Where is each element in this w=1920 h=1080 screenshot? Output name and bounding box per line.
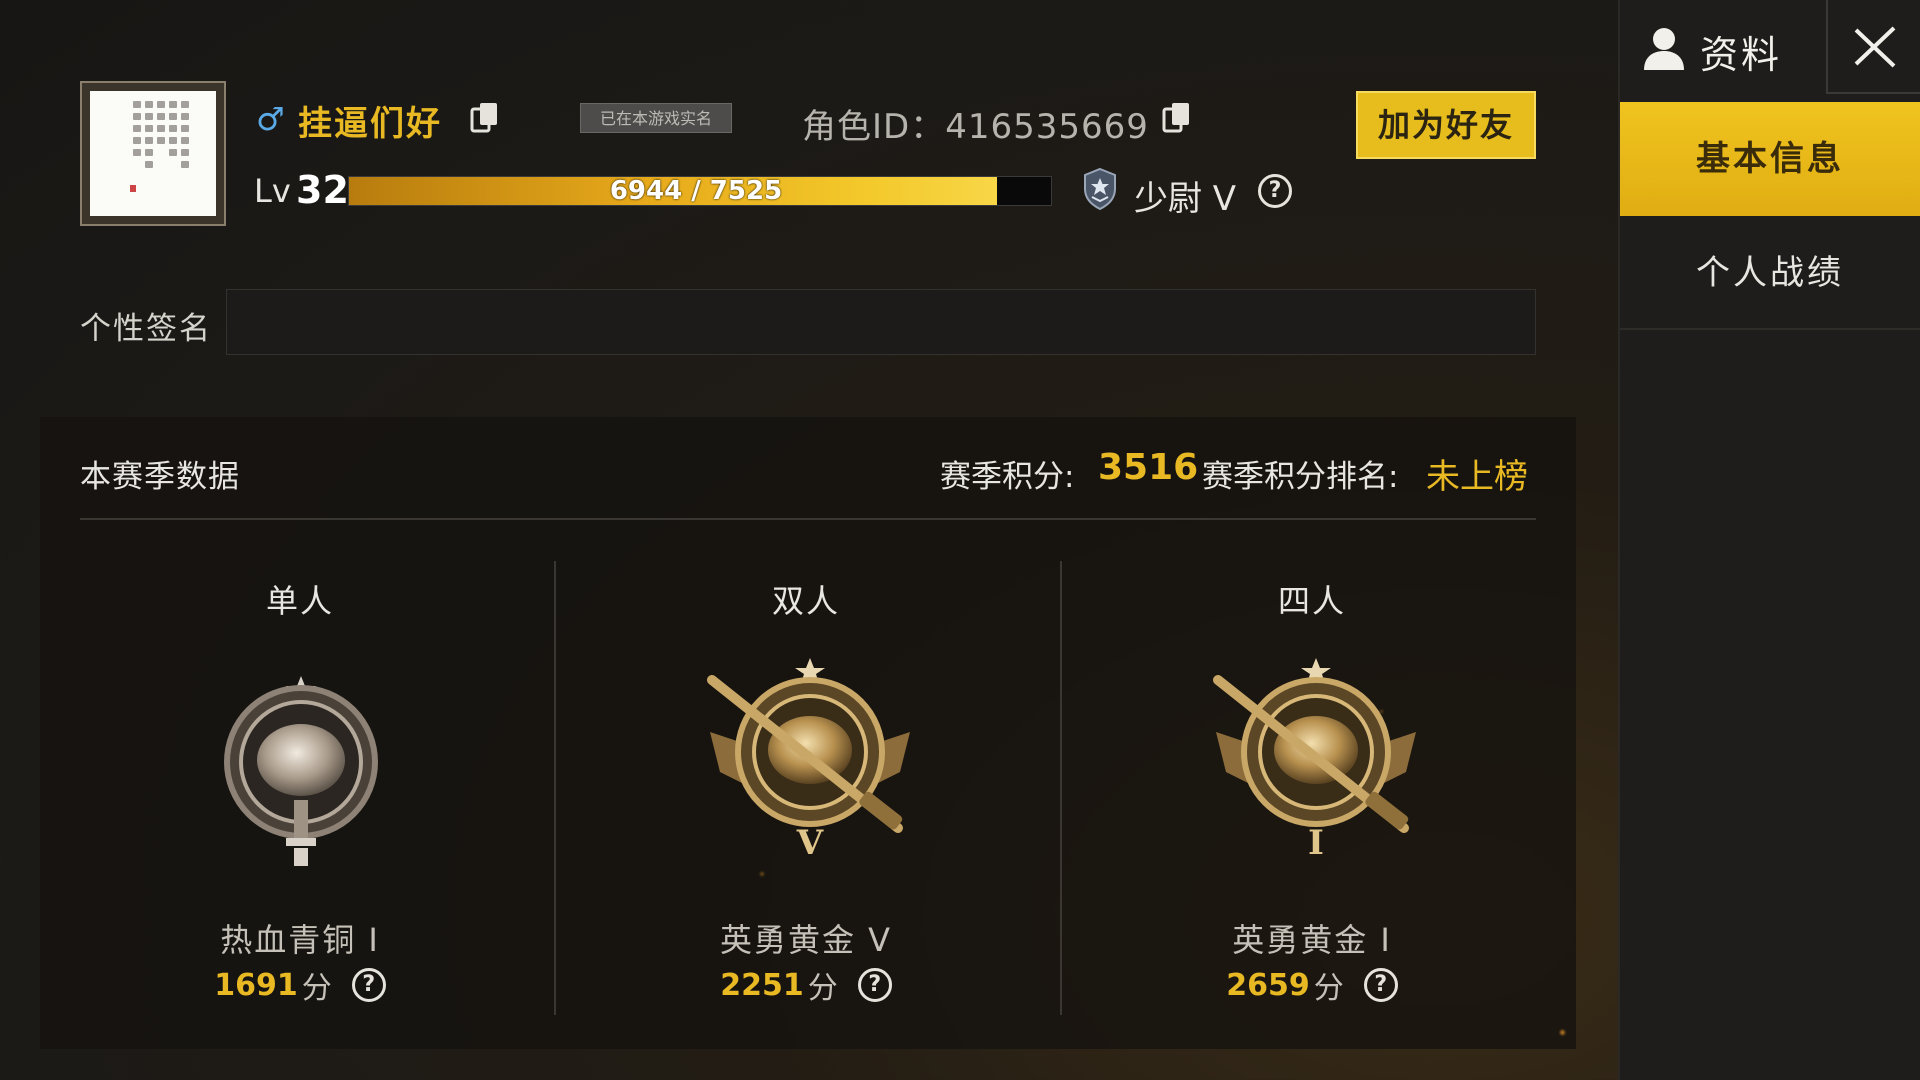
score-value: 2251 xyxy=(720,967,804,1003)
rank-help-icon[interactable]: ? xyxy=(1258,174,1292,208)
svg-text:I: I xyxy=(1308,823,1324,863)
season-rank-label: 赛季积分排名: xyxy=(1202,459,1399,495)
signature-input[interactable] xyxy=(226,289,1536,355)
mode-duo: 双人 xyxy=(556,576,1056,622)
tab-basic-info[interactable]: 基本信息 xyxy=(1620,102,1920,216)
bronze-pan-medal-icon xyxy=(216,672,386,876)
gold-rifle-medal-icon: I xyxy=(1196,652,1436,876)
score-unit: 分 xyxy=(1313,971,1344,1006)
copy-name-icon[interactable] xyxy=(468,99,504,139)
tier-name: 英勇黄金 V xyxy=(719,921,893,959)
xp-progress-text: 6944 / 7525 xyxy=(609,176,783,206)
mode-title: 双人 xyxy=(771,582,840,620)
realname-verified-badge: 已在本游戏实名 xyxy=(580,103,732,133)
mode-squad-tier: 英勇黄金 I xyxy=(1062,915,1562,961)
mode-duo-tier: 英勇黄金 V xyxy=(556,915,1056,961)
mode-duo-score: 2251 分 ? xyxy=(556,963,1056,1007)
rank-shield-icon xyxy=(1082,167,1118,211)
gender-male-icon: ♂ xyxy=(256,100,285,138)
mode-solo: 单人 xyxy=(50,576,550,622)
gold-rifle-medal-icon: V xyxy=(690,652,930,876)
score-value: 2659 xyxy=(1226,967,1310,1003)
mode-solo-score: 1691 分 ? xyxy=(50,963,550,1007)
close-button[interactable] xyxy=(1826,0,1920,94)
player-nickname: 挂逼们好 xyxy=(298,104,442,144)
season-rank-value: 未上榜 xyxy=(1426,457,1528,497)
score-help-icon[interactable]: ? xyxy=(351,968,386,1002)
player-avatar[interactable] xyxy=(80,81,226,226)
profile-header: 资料 xyxy=(1620,0,1824,94)
svg-text:V: V xyxy=(796,823,824,863)
level-prefix: Lv xyxy=(254,172,291,210)
mode-solo-tier: 热血青铜 I xyxy=(50,915,550,961)
mode-title: 单人 xyxy=(265,582,334,620)
season-points-value: 3516 xyxy=(1098,447,1199,488)
user-icon xyxy=(1644,28,1684,70)
score-help-icon[interactable]: ? xyxy=(857,968,892,1002)
military-rank: 少尉 V xyxy=(1134,179,1237,219)
role-id: 角色ID：416535669 xyxy=(802,107,1149,147)
season-divider xyxy=(80,518,1536,520)
mode-squad-score: 2659 分 ? xyxy=(1062,963,1562,1007)
xp-progress-bar: 6944 / 7525 xyxy=(348,176,1052,206)
score-unit: 分 xyxy=(301,971,332,1006)
score-help-icon[interactable]: ? xyxy=(1363,968,1398,1002)
close-icon xyxy=(1854,26,1896,68)
season-stats-title: 本赛季数据 xyxy=(80,459,240,495)
tier-name: 热血青铜 I xyxy=(220,921,380,959)
mode-title: 四人 xyxy=(1277,582,1346,620)
add-friend-button[interactable]: 加为好友 xyxy=(1356,91,1536,159)
signature-label: 个性签名 xyxy=(80,311,212,347)
copy-id-icon[interactable] xyxy=(1160,99,1196,139)
score-value: 1691 xyxy=(214,967,298,1003)
tab-personal-record[interactable]: 个人战绩 xyxy=(1620,216,1920,330)
profile-header-label: 资料 xyxy=(1700,33,1783,77)
season-points-label: 赛季积分: xyxy=(940,459,1075,495)
tier-name: 英勇黄金 I xyxy=(1232,921,1392,959)
score-unit: 分 xyxy=(807,971,838,1006)
mode-squad: 四人 xyxy=(1062,576,1562,622)
